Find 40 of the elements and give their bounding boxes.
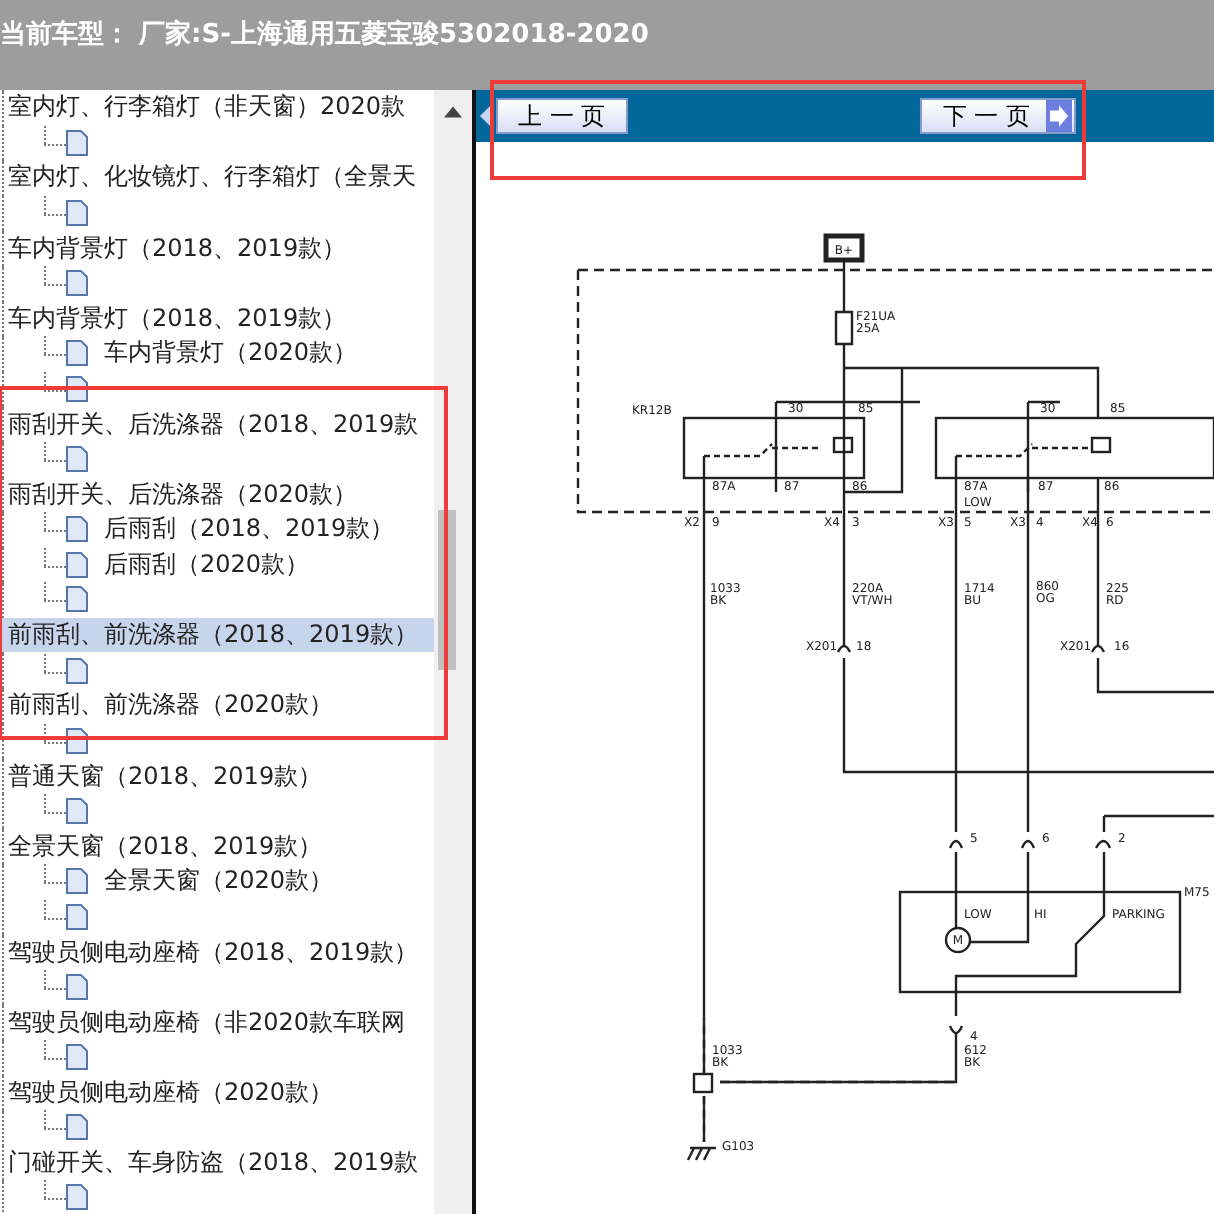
tree-item[interactable]: 车内背景灯（2018、2019款） bbox=[0, 301, 351, 336]
tree-item[interactable]: 后雨刮（2020款） bbox=[104, 548, 310, 583]
tree-item[interactable]: 驾驶员侧电动座椅（2018、2019款） bbox=[0, 935, 423, 970]
page-icon bbox=[66, 516, 88, 543]
page-icon bbox=[66, 973, 88, 1000]
page-icon bbox=[66, 269, 88, 296]
page-icon bbox=[66, 551, 88, 578]
tree-item[interactable]: 驾驶员侧电动座椅（2020款） bbox=[0, 1075, 338, 1110]
page-icon bbox=[66, 657, 88, 683]
left-arrow-icon bbox=[480, 102, 492, 130]
tree-item[interactable]: 车内背景灯（2020款） bbox=[104, 336, 358, 371]
page-icon bbox=[66, 129, 88, 156]
scroll-up-arrow-icon[interactable] bbox=[444, 106, 462, 118]
page-icon bbox=[66, 1184, 88, 1211]
page-icon bbox=[66, 340, 88, 367]
page-icon bbox=[66, 797, 88, 824]
tree-item[interactable]: 门碰开关、车身防盗（2018、2019款 bbox=[0, 1146, 423, 1181]
right-arrow-icon bbox=[1046, 100, 1072, 132]
tree-item[interactable]: 雨刮开关、后洗涤器（2018、2019款 bbox=[0, 407, 423, 442]
tree-item[interactable]: 室内灯、化妆镜灯、行李箱灯（全景天 bbox=[0, 160, 420, 195]
next-page-button[interactable]: 下 一 页 bbox=[920, 98, 1076, 134]
tree-item[interactable]: 雨刮开关、后洗涤器（2020款） bbox=[0, 477, 362, 512]
tree-item[interactable]: 前雨刮、前洗涤器（2020款） bbox=[0, 688, 338, 723]
page-icon bbox=[66, 445, 88, 472]
tree-item[interactable]: 驾驶员侧电动座椅（非2020款车联网 bbox=[0, 1005, 410, 1040]
page-icon bbox=[66, 903, 88, 930]
tree-item[interactable]: 全景天窗（2020款） bbox=[104, 864, 334, 899]
vehicle-title: 当前车型： 厂家:S-上海通用五菱宝骏5302018-2020 bbox=[0, 20, 649, 50]
tree-item[interactable]: 后雨刮（2018、2019款） bbox=[104, 512, 395, 547]
previous-page-button[interactable]: 上 一 页 bbox=[496, 98, 628, 134]
page-icon bbox=[66, 199, 88, 226]
tree-item[interactable]: 车内背景灯（2018、2019款） bbox=[0, 231, 351, 266]
tree-item[interactable]: 室内灯、行李箱灯（非天窗）2020款 bbox=[0, 90, 410, 125]
page-icon bbox=[66, 868, 88, 895]
tree-item[interactable]: 全景天窗（2018、2019款） bbox=[0, 829, 327, 864]
page-icon bbox=[66, 586, 88, 613]
page-icon bbox=[66, 1114, 88, 1141]
tree-item[interactable]: 普通天窗（2018、2019款） bbox=[0, 759, 327, 794]
tree-item[interactable]: 前雨刮、前洗涤器（2018、2019款） bbox=[0, 618, 434, 653]
page-icon bbox=[66, 1044, 88, 1071]
